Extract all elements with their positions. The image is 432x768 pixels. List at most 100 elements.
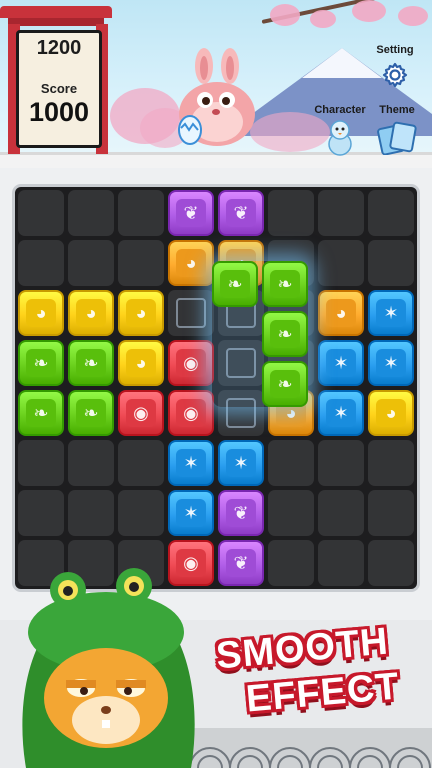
snowman-icon	[328, 120, 352, 156]
block-purple: ❦	[218, 490, 264, 536]
paw-icon: ❦	[226, 199, 256, 227]
cat-face-icon: ◕	[76, 299, 106, 327]
best-score: 1200	[36, 37, 82, 59]
bear-face-icon: ◉	[176, 349, 206, 377]
empty-cell[interactable]	[118, 190, 164, 236]
block-orange: ◕	[168, 240, 214, 286]
block-blue: ✶	[368, 290, 414, 336]
score-gate: 1200 Score 1000	[0, 0, 116, 168]
block-red: ◉	[168, 390, 214, 436]
block-blue: ✶	[318, 390, 364, 436]
paw-icon: ❦	[226, 499, 256, 527]
bone-icon: ✶	[326, 349, 356, 377]
block-purple: ❦	[168, 190, 214, 236]
empty-cell[interactable]	[18, 440, 64, 486]
empty-cell[interactable]	[368, 190, 414, 236]
bunny-character	[178, 48, 255, 146]
cat-face-icon: ◕	[376, 399, 406, 427]
paw-icon: ❦	[176, 199, 206, 227]
character-button[interactable]	[322, 118, 358, 156]
block-purple: ❦	[218, 190, 264, 236]
theme-label: Theme	[379, 104, 415, 116]
bone-icon: ✶	[326, 399, 356, 427]
empty-cell[interactable]	[268, 490, 314, 536]
bone-icon: ✶	[176, 499, 206, 527]
drumstick-icon: ❧	[76, 349, 106, 377]
empty-cell[interactable]	[268, 190, 314, 236]
block-yellow: ◕	[368, 390, 414, 436]
drumstick-icon: ❧	[26, 349, 56, 377]
dragged-piece-block: ❧	[212, 261, 258, 307]
block-yellow: ◕	[18, 290, 64, 336]
empty-cell[interactable]	[118, 490, 164, 536]
empty-cell[interactable]	[368, 540, 414, 586]
bone-icon: ✶	[176, 449, 206, 477]
bear-face-icon: ◉	[126, 399, 156, 427]
empty-cell[interactable]	[268, 540, 314, 586]
empty-cell[interactable]	[368, 490, 414, 536]
empty-cell[interactable]	[68, 490, 114, 536]
block-blue: ✶	[168, 440, 214, 486]
score-panel: 1200 Score 1000	[16, 30, 102, 148]
empty-cell[interactable]	[68, 440, 114, 486]
frog-costume-cat-mascot	[22, 568, 195, 768]
empty-cell[interactable]	[368, 240, 414, 286]
bear-face-icon: ◉	[176, 399, 206, 427]
empty-cell[interactable]	[18, 190, 64, 236]
empty-cell[interactable]	[68, 190, 114, 236]
block-yellow: ◕	[118, 290, 164, 336]
empty-cell[interactable]	[118, 240, 164, 286]
empty-cell[interactable]	[268, 440, 314, 486]
drumstick-icon: ❧	[220, 270, 250, 298]
blossom-decoration	[352, 0, 386, 22]
dragged-piece-block: ❧	[262, 361, 308, 407]
block-blue: ✶	[168, 490, 214, 536]
empty-cell[interactable]	[68, 240, 114, 286]
block-green: ❧	[18, 390, 64, 436]
block-blue: ✶	[368, 340, 414, 386]
empty-cell[interactable]	[318, 540, 364, 586]
empty-cell[interactable]	[18, 240, 64, 286]
drumstick-icon: ❧	[270, 270, 300, 298]
setting-label: Setting	[376, 44, 414, 56]
block-green: ❧	[18, 340, 64, 386]
cat-face-icon: ◕	[126, 349, 156, 377]
empty-cell[interactable]	[318, 490, 364, 536]
empty-cell[interactable]	[318, 240, 364, 286]
block-green: ❧	[68, 390, 114, 436]
gate-beam-lower	[8, 18, 104, 26]
blossom-decoration	[270, 4, 300, 26]
empty-cell[interactable]	[318, 440, 364, 486]
block-red: ◉	[118, 390, 164, 436]
drumstick-icon: ❧	[270, 370, 300, 398]
dragged-piece-block: ❧	[262, 311, 308, 357]
block-blue: ✶	[318, 340, 364, 386]
block-blue: ✶	[218, 440, 264, 486]
block-red: ◉	[168, 340, 214, 386]
theme-button[interactable]	[376, 118, 418, 156]
cat-face-icon: ◕	[176, 249, 206, 277]
paw-icon: ❦	[226, 549, 256, 577]
cat-face-icon: ◕	[26, 299, 56, 327]
cards-icon	[377, 121, 417, 155]
placement-preview-cell	[176, 298, 206, 328]
block-purple: ❦	[218, 540, 264, 586]
setting-button[interactable]	[380, 60, 410, 90]
blossom-decoration	[310, 10, 336, 28]
score-value: 1000	[28, 97, 90, 127]
block-green: ❧	[68, 340, 114, 386]
block-yellow: ◕	[118, 340, 164, 386]
empty-cell[interactable]	[18, 490, 64, 536]
cat-face-icon: ◕	[126, 299, 156, 327]
bone-icon: ✶	[376, 349, 406, 377]
gear-icon	[382, 62, 408, 88]
empty-cell[interactable]	[368, 440, 414, 486]
board-area: ❦❦◕◕◕◕◕◕✶❧❧◕◉✶✶❧❧◉◉◕✶◕✶✶✶❦◉❦❧❧❧❧	[0, 168, 432, 620]
cat-face-icon: ◕	[326, 299, 356, 327]
bone-icon: ✶	[376, 299, 406, 327]
game-board[interactable]: ❦❦◕◕◕◕◕◕✶❧❧◕◉✶✶❧❧◉◉◕✶◕✶✶✶❦◉❦❧❧❧❧	[15, 187, 417, 589]
block-orange: ◕	[318, 290, 364, 336]
blossom-decoration	[398, 6, 428, 26]
empty-cell[interactable]	[118, 440, 164, 486]
empty-cell[interactable]	[318, 190, 364, 236]
